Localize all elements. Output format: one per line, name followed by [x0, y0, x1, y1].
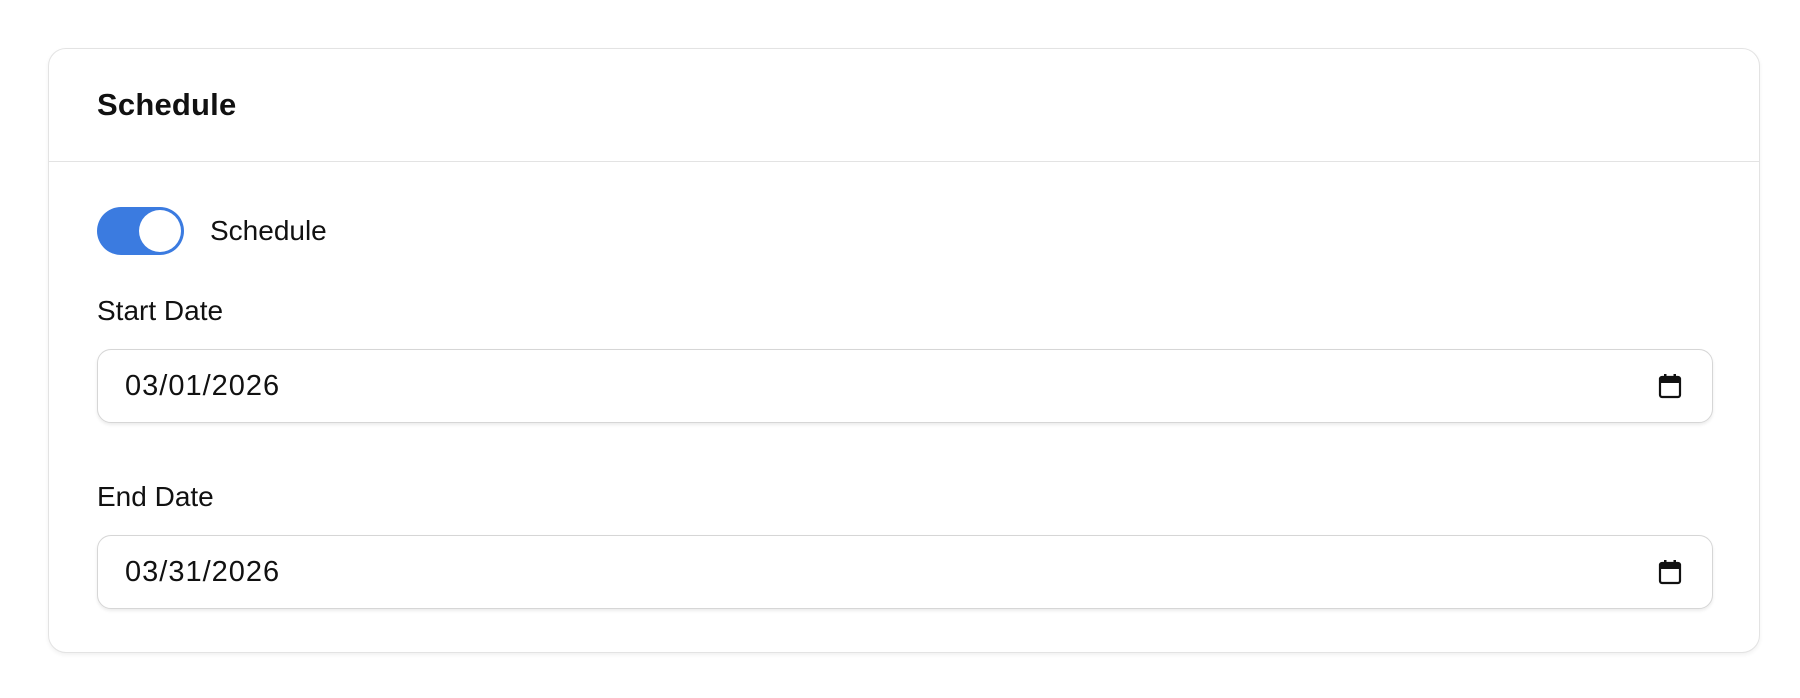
start-date-input[interactable]: 03/01/2026 — [97, 349, 1713, 423]
card-title: Schedule — [97, 87, 237, 122]
calendar-icon[interactable] — [1658, 559, 1682, 585]
schedule-card: Schedule Schedule Start Date 03/01/2026 … — [48, 48, 1760, 653]
toggle-knob — [139, 210, 181, 252]
card-header: Schedule — [49, 49, 1759, 162]
schedule-toggle[interactable] — [97, 207, 184, 255]
start-date-label: Start Date — [97, 295, 224, 326]
card-body: Schedule Start Date 03/01/2026 End Date … — [49, 162, 1759, 609]
schedule-toggle-row: Schedule — [97, 207, 1712, 255]
end-date-label: End Date — [97, 481, 214, 512]
end-date-input[interactable]: 03/31/2026 — [97, 535, 1713, 609]
end-date-value: 03/31/2026 — [125, 555, 281, 588]
start-date-value: 03/01/2026 — [125, 369, 281, 402]
schedule-toggle-label: Schedule — [210, 215, 327, 246]
calendar-icon[interactable] — [1658, 373, 1682, 399]
